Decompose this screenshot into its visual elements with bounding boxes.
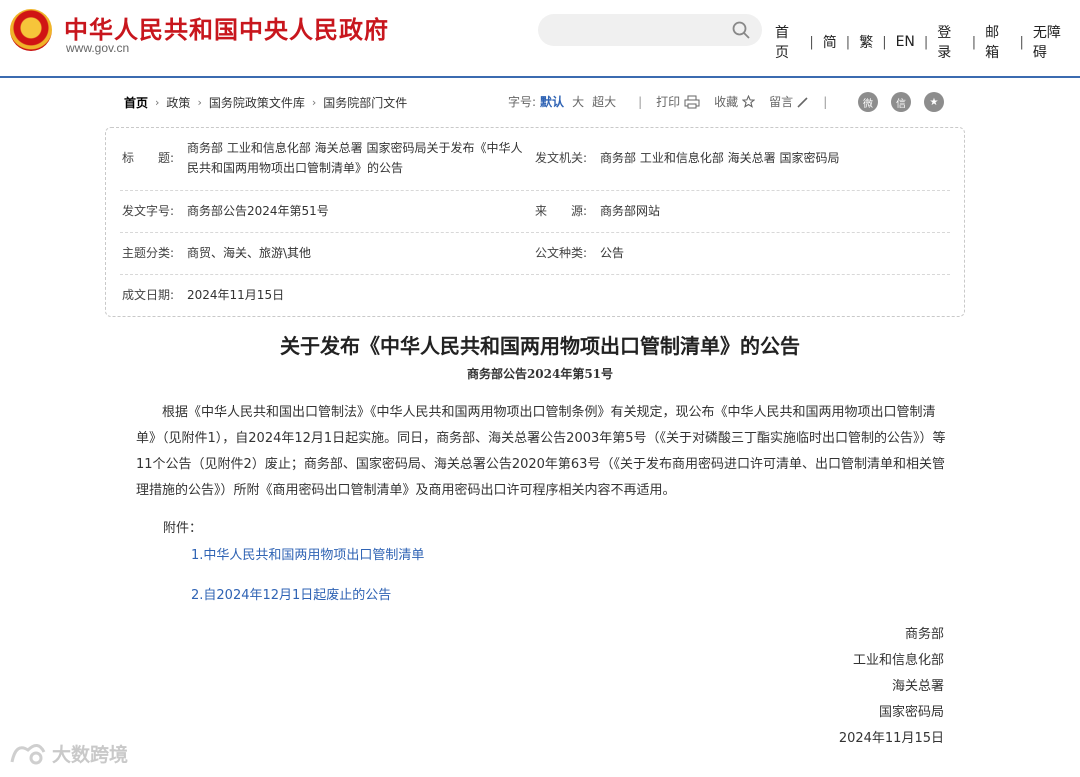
attachment-link-1[interactable]: 1.中华人民共和国两用物项出口管制清单 xyxy=(191,544,424,563)
issuer-value: 商务部 工业和信息化部 海关总署 国家密码局 xyxy=(600,151,840,165)
font-size-default[interactable]: 默认 xyxy=(540,93,564,110)
font-size-xlarge[interactable]: 超大 xyxy=(592,93,616,110)
date-key: 成文日期: xyxy=(122,288,175,302)
date-value: 2024年11月15日 xyxy=(187,288,285,302)
divider: | xyxy=(823,94,828,109)
watermark-text: 大数跨境 xyxy=(52,743,129,766)
site-url: www.gov.cn xyxy=(66,41,130,55)
title-value-line2: 民共和国两用物项出口管制清单》的公告 xyxy=(187,161,404,175)
breadcrumb: 首页 › 政策 › 国务院政策文件库 › 国务院部门文件 xyxy=(124,94,407,111)
site-title[interactable]: 中华人民共和国中央人民政府 xyxy=(64,10,389,45)
nav-accessibility[interactable]: 无障碍 xyxy=(1024,22,1080,62)
favorite-label: 收藏 xyxy=(714,95,739,109)
attachment-link-2[interactable]: 2.自2024年12月1日起废止的公告 xyxy=(191,584,391,603)
print-button[interactable]: 打印 xyxy=(656,93,700,110)
signatory-mofcom: 商务部 xyxy=(904,627,944,642)
issuer-key: 发文机关: xyxy=(535,151,588,165)
nav-home[interactable]: 首页 xyxy=(775,22,809,62)
pencil-icon xyxy=(797,96,808,108)
watermark: 大数跨境 xyxy=(8,738,128,768)
docno-key: 发文字号: xyxy=(122,204,175,218)
weibo-icon[interactable]: 微 xyxy=(858,92,878,112)
info-row-docno: 发文字号: 商务部公告2024年第51号 来 源: 商务部网站 xyxy=(120,191,950,233)
source-value: 商务部网站 xyxy=(600,204,661,218)
printer-icon xyxy=(684,95,700,108)
font-size-label: 字号: xyxy=(508,95,537,109)
top-nav: 首页 | 简 | 繁 | EN | 登录 | 邮箱 | 无障碍 xyxy=(775,22,1080,62)
type-key: 公文种类: xyxy=(535,246,588,260)
comment-label: 留言 xyxy=(769,95,794,109)
search-input[interactable] xyxy=(538,14,762,46)
search-icon[interactable] xyxy=(732,21,750,39)
chevron-right-icon: › xyxy=(197,96,202,109)
article-title: 关于发布《中华人民共和国两用物项出口管制清单》的公告 xyxy=(280,334,800,358)
divider: | xyxy=(638,94,643,109)
signatory-crypto: 国家密码局 xyxy=(878,705,944,720)
type-value: 公告 xyxy=(600,246,625,260)
nav-login[interactable]: 登录 xyxy=(928,22,971,62)
info-row-date: 成文日期: 2024年11月15日 xyxy=(120,275,950,317)
signatory-miit: 工业和信息化部 xyxy=(852,653,944,668)
document-info-table: 标 题: 商务部 工业和信息化部 海关总署 国家密码局关于发布《中华人 民共和国… xyxy=(105,127,965,317)
article-body: 根据《中华人民共和国出口管制法》《中华人民共和国两用物项出口管制条例》有关规定，… xyxy=(136,405,946,498)
article-doc-number: 商务部公告2024年第51号 xyxy=(466,367,614,381)
wechat-icon[interactable]: 信 xyxy=(891,92,911,112)
site-header: 中华人民共和国中央人民政府 www.gov.cn 首页 | 简 | 繁 | EN | 登… xyxy=(0,0,1080,78)
breadcrumb-policy[interactable]: 政策 xyxy=(166,94,190,111)
title-value-line1: 商务部 工业和信息化部 海关总署 国家密码局关于发布《中华人 xyxy=(187,141,523,155)
font-size-large[interactable]: 大 xyxy=(572,93,584,110)
info-row-topic: 主题分类: 商贸、海关、旅游\其他 公文种类: 公告 xyxy=(120,233,950,275)
topic-key: 主题分类: xyxy=(122,246,175,260)
docno-value: 商务部公告2024年第51号 xyxy=(187,204,329,218)
attachments-label: 附件： xyxy=(163,521,203,536)
info-row-title: 标 题: 商务部 工业和信息化部 海关总署 国家密码局关于发布《中华人 民共和国… xyxy=(120,128,950,191)
comment-button[interactable]: 留言 xyxy=(769,93,809,110)
chevron-right-icon: › xyxy=(155,96,160,109)
signing-date: 2024年11月15日 xyxy=(838,731,944,746)
nav-mailbox[interactable]: 邮箱 xyxy=(976,22,1019,62)
topic-value: 商贸、海关、旅游\其他 xyxy=(187,246,312,260)
chevron-right-icon: › xyxy=(311,96,317,109)
breadcrumb-policy-library[interactable]: 国务院政策文件库 xyxy=(209,94,305,111)
star-icon xyxy=(742,95,756,108)
favorite-button[interactable]: 收藏 xyxy=(714,93,756,110)
nav-traditional[interactable]: 繁 xyxy=(850,32,882,52)
signatory-customs: 海关总署 xyxy=(891,679,944,694)
print-label: 打印 xyxy=(656,95,681,109)
title-key: 标 题: xyxy=(122,151,175,165)
watermark-logo-icon xyxy=(10,744,46,765)
qzone-icon[interactable]: ★ xyxy=(924,92,944,112)
source-key: 来 源: xyxy=(535,204,588,218)
nav-simplified[interactable]: 简 xyxy=(814,32,846,52)
nav-english[interactable]: EN xyxy=(887,34,924,50)
article-tools: 字号: 默认 大 超大 | 打印 收藏 留言 | xyxy=(508,93,841,110)
breadcrumb-department-docs[interactable]: 国务院部门文件 xyxy=(323,94,407,111)
breadcrumb-home[interactable]: 首页 xyxy=(124,94,148,111)
national-emblem-icon[interactable] xyxy=(10,9,52,51)
